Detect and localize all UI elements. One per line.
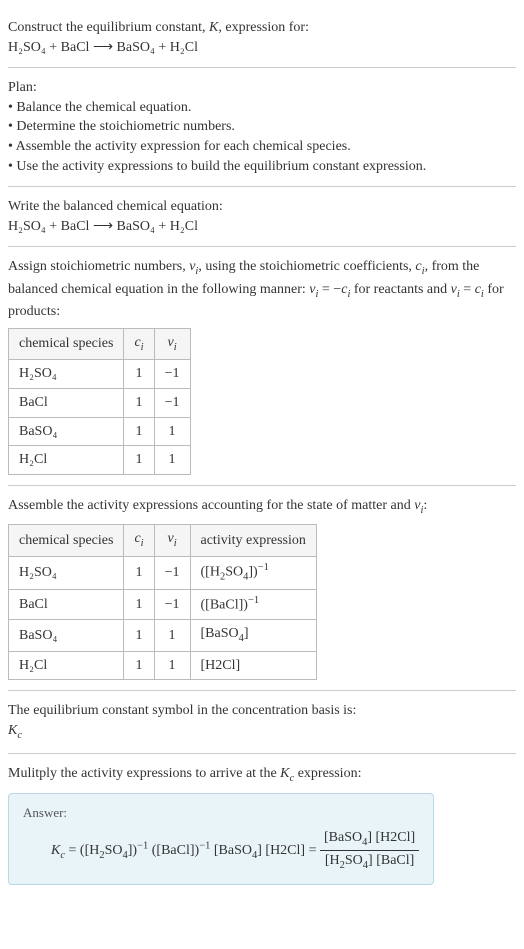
cell-species: H₂Cl bbox=[9, 446, 124, 475]
table-row: H₂SO₄ 1 −1 bbox=[9, 360, 191, 389]
stoich-section: Assign stoichiometric numbers, νi, using… bbox=[8, 247, 516, 485]
plan-section: Plan: • Balance the chemical equation. •… bbox=[8, 68, 516, 187]
cell-activity: ([BaCl])−1 bbox=[190, 589, 316, 619]
table-row: BaSO₄ 1 1 bbox=[9, 417, 191, 446]
cell-species: H₂SO₄ bbox=[9, 556, 124, 589]
numerator: [BaSO4] [H2Cl] bbox=[320, 828, 419, 851]
cell-vi: −1 bbox=[154, 556, 190, 589]
cell-ci: 1 bbox=[124, 360, 154, 389]
answer-label: Answer: bbox=[23, 804, 419, 822]
cell-species: H₂Cl bbox=[9, 651, 124, 680]
cell-activity: ([H2SO4])−1 bbox=[190, 556, 316, 589]
th-species: chemical species bbox=[9, 328, 124, 359]
multiply-section: Mulitply the activity expressions to arr… bbox=[8, 754, 516, 895]
intro-section: Construct the equilibrium constant, K, e… bbox=[8, 8, 516, 68]
denominator: [H2SO4] [BaCl] bbox=[320, 851, 419, 873]
plan-bullet-3: • Assemble the activity expression for e… bbox=[8, 137, 516, 157]
table-row: BaSO₄ 1 1 [BaSO4] bbox=[9, 620, 317, 651]
cell-activity: [H2Cl] bbox=[190, 651, 316, 680]
cell-vi: 1 bbox=[154, 417, 190, 446]
symbol-section: The equilibrium constant symbol in the c… bbox=[8, 691, 516, 754]
table-row: H₂SO₄ 1 −1 ([H2SO4])−1 bbox=[9, 556, 317, 589]
cell-ci: 1 bbox=[124, 417, 154, 446]
cell-species: H₂SO₄ bbox=[9, 360, 124, 389]
table-header-row: chemical species ci νi bbox=[9, 328, 191, 359]
cell-activity: [BaSO4] bbox=[190, 620, 316, 651]
plan-bullet-1: • Balance the chemical equation. bbox=[8, 98, 516, 118]
th-activity: activity expression bbox=[190, 525, 316, 556]
th-species: chemical species bbox=[9, 525, 124, 556]
cell-vi: 1 bbox=[154, 446, 190, 475]
cell-ci: 1 bbox=[124, 589, 154, 619]
cell-species: BaCl bbox=[9, 589, 124, 619]
cell-species: BaCl bbox=[9, 388, 124, 417]
table-header-row: chemical species ci νi activity expressi… bbox=[9, 525, 317, 556]
table-row: BaCl 1 −1 ([BaCl])−1 bbox=[9, 589, 317, 619]
balanced-heading: Write the balanced chemical equation: bbox=[8, 197, 516, 217]
stoich-text: Assign stoichiometric numbers, νi, using… bbox=[8, 257, 516, 322]
activity-section: Assemble the activity expressions accoun… bbox=[8, 486, 516, 691]
activity-text: Assemble the activity expressions accoun… bbox=[8, 496, 516, 518]
cell-ci: 1 bbox=[124, 556, 154, 589]
plan-bullet-2: • Determine the stoichiometric numbers. bbox=[8, 117, 516, 137]
plan-heading: Plan: bbox=[8, 78, 516, 98]
th-vi: νi bbox=[154, 328, 190, 359]
activity-table: chemical species ci νi activity expressi… bbox=[8, 524, 317, 680]
balanced-equation: H₂SO₄ + BaCl ⟶ BaSO₄ + H₂Cl bbox=[8, 217, 516, 237]
cell-ci: 1 bbox=[124, 620, 154, 651]
cell-vi: −1 bbox=[154, 589, 190, 619]
cell-vi: 1 bbox=[154, 620, 190, 651]
cell-vi: 1 bbox=[154, 651, 190, 680]
answer-expression: Kc = ([H2SO4])−1 ([BaCl])−1 [BaSO4] [H2C… bbox=[23, 828, 419, 874]
kc-symbol: Kc bbox=[8, 721, 516, 743]
table-row: H₂Cl 1 1 [H2Cl] bbox=[9, 651, 317, 680]
cell-ci: 1 bbox=[124, 446, 154, 475]
multiply-text: Mulitply the activity expressions to arr… bbox=[8, 764, 516, 786]
cell-species: BaSO₄ bbox=[9, 620, 124, 651]
fraction: [BaSO4] [H2Cl] [H2SO4] [BaCl] bbox=[320, 828, 419, 874]
stoich-table: chemical species ci νi H₂SO₄ 1 −1 BaCl 1… bbox=[8, 328, 191, 475]
th-ci: ci bbox=[124, 525, 154, 556]
intro-equation: H₂SO₄ + BaCl ⟶ BaSO₄ + H₂Cl bbox=[8, 38, 516, 58]
th-ci: ci bbox=[124, 328, 154, 359]
table-row: H₂Cl 1 1 bbox=[9, 446, 191, 475]
cell-species: BaSO₄ bbox=[9, 417, 124, 446]
cell-vi: −1 bbox=[154, 360, 190, 389]
cell-ci: 1 bbox=[124, 388, 154, 417]
table-row: BaCl 1 −1 bbox=[9, 388, 191, 417]
th-vi: νi bbox=[154, 525, 190, 556]
plan-bullet-4: • Use the activity expressions to build … bbox=[8, 157, 516, 177]
balanced-section: Write the balanced chemical equation: H₂… bbox=[8, 187, 516, 247]
cell-vi: −1 bbox=[154, 388, 190, 417]
intro-text: Construct the equilibrium constant, K, e… bbox=[8, 18, 516, 38]
answer-box: Answer: Kc = ([H2SO4])−1 ([BaCl])−1 [BaS… bbox=[8, 793, 434, 885]
cell-ci: 1 bbox=[124, 651, 154, 680]
symbol-text: The equilibrium constant symbol in the c… bbox=[8, 701, 516, 721]
